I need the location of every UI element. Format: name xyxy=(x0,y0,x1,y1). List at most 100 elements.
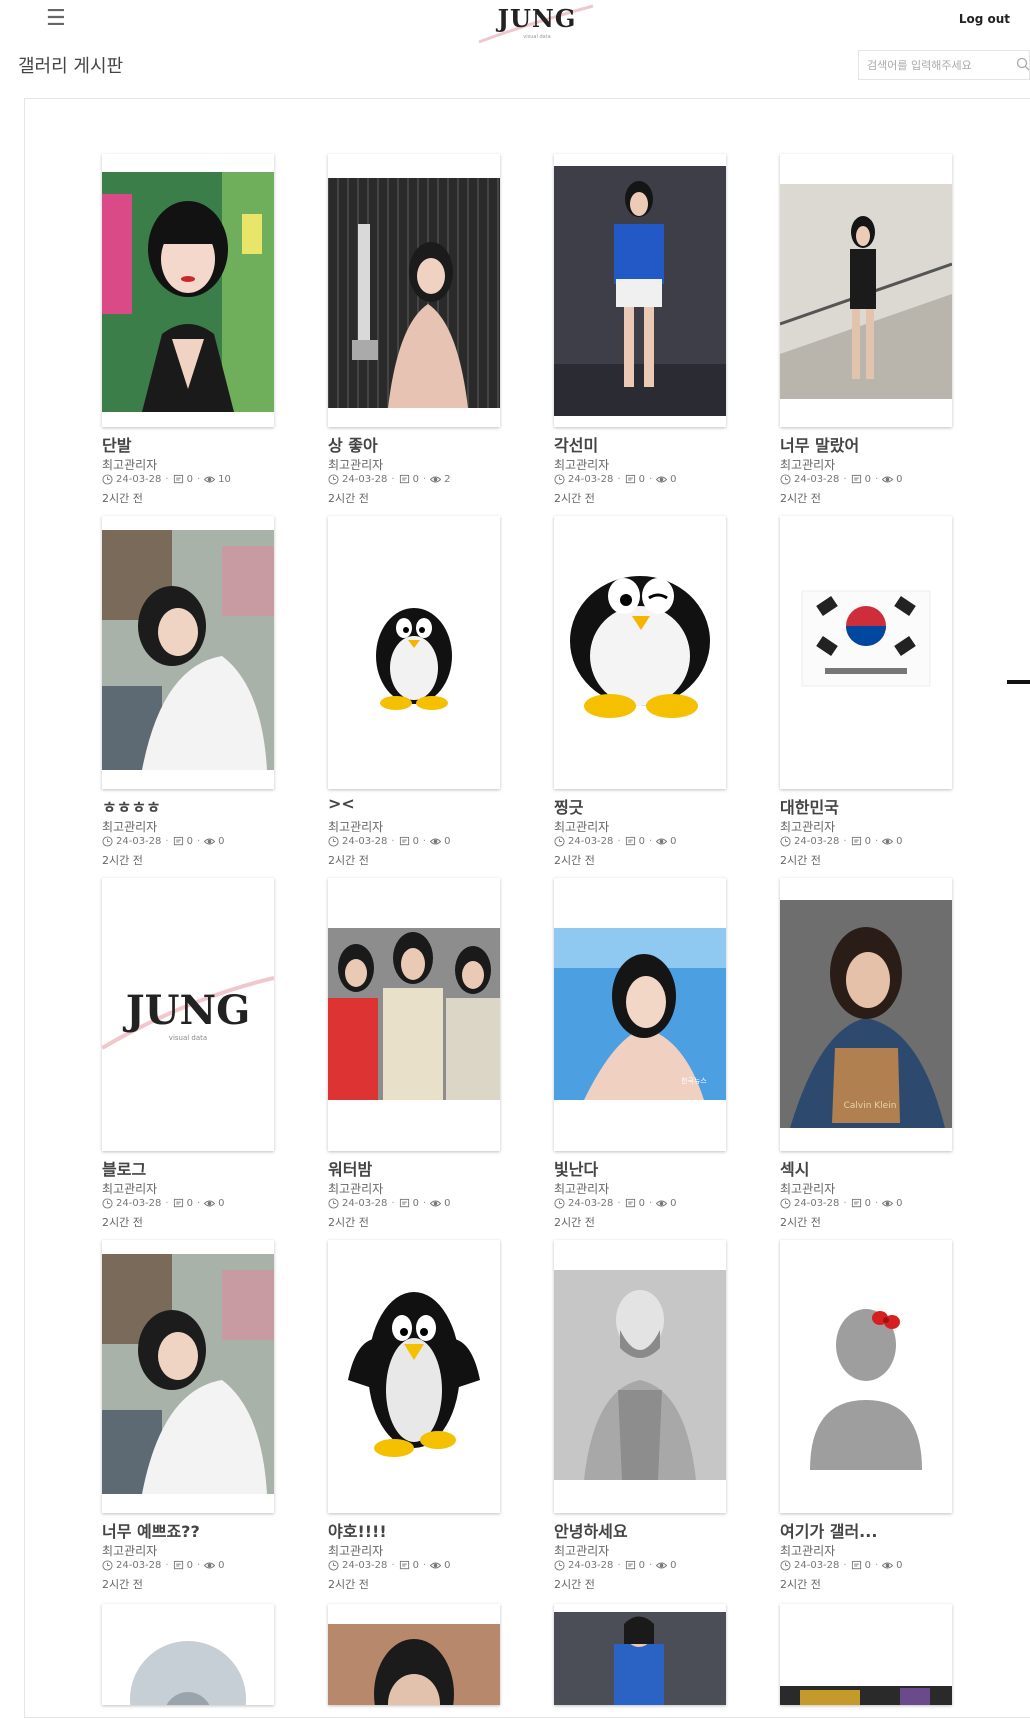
next-row-thumbnail[interactable] xyxy=(102,1604,274,1705)
post-title[interactable]: 대한민국 xyxy=(780,794,839,818)
post-title[interactable]: 섹시 xyxy=(780,1156,809,1180)
post-author: 최고관리자 xyxy=(328,458,384,472)
clock-icon xyxy=(102,1198,113,1209)
comment-icon xyxy=(173,1560,183,1570)
gallery-card[interactable]: 찡긋 최고관리자 24-03-28 · 0 · 0 2시간 전 xyxy=(554,512,726,874)
post-author: 최고관리자 xyxy=(328,820,384,834)
meta-separator: · xyxy=(843,474,847,485)
gallery-card[interactable]: 워터밤 최고관리자 24-03-28 · 0 · 0 2시간 전 xyxy=(328,874,500,1236)
gallery-card[interactable]: ㅎㅎㅎㅎ 최고관리자 24-03-28 · 0 · 0 2시간 전 xyxy=(102,512,274,874)
gallery-card[interactable]: 너무 예쁘죠?? 최고관리자 24-03-28 · 0 · 0 2시간 전 xyxy=(102,1236,274,1598)
post-thumbnail[interactable] xyxy=(554,1240,726,1513)
post-author: 최고관리자 xyxy=(554,458,610,472)
meta-separator: · xyxy=(843,1198,847,1209)
gallery-card[interactable]: 안녕하세요 최고관리자 24-03-28 · 0 · 0 2시간 전 xyxy=(554,1236,726,1598)
post-thumbnail[interactable] xyxy=(554,154,726,427)
post-meta: 24-03-28 · 0 · 0 xyxy=(780,474,903,485)
post-thumbnail[interactable] xyxy=(780,516,952,789)
post-meta: 24-03-28 · 0 · 0 xyxy=(554,836,677,847)
gallery-card[interactable]: 한국뉴스 빛난다 최고관리자 24-03-28 · 0 · 0 2시간 전 xyxy=(554,874,726,1236)
view-count: 0 xyxy=(896,836,903,847)
next-row-thumbnail[interactable] xyxy=(554,1604,726,1705)
hamburger-menu-icon[interactable]: ☰ xyxy=(46,6,66,31)
post-title[interactable]: 찡긋 xyxy=(554,794,583,818)
eye-icon xyxy=(656,476,668,483)
view-count: 0 xyxy=(670,836,677,847)
view-count: 10 xyxy=(218,474,231,485)
post-title[interactable]: 야호!!!! xyxy=(328,1518,387,1542)
eye-icon xyxy=(430,838,442,845)
gallery-card[interactable]: Calvin Klein 섹시 최고관리자 24-03-28 · 0 · 0 2시간 전 xyxy=(780,874,952,1236)
post-title[interactable]: ㅎㅎㅎㅎ xyxy=(102,794,161,818)
post-author: 최고관리자 xyxy=(780,820,836,834)
meta-separator: · xyxy=(422,474,427,485)
gallery-card[interactable]: 야호!!!! 최고관리자 24-03-28 · 0 · 0 2시간 전 xyxy=(328,1236,500,1598)
meta-separator: · xyxy=(422,1560,427,1571)
gallery-card[interactable]: 너무 말랐어 최고관리자 24-03-28 · 0 · 0 2시간 전 xyxy=(780,150,952,512)
post-title[interactable]: 빛난다 xyxy=(554,1156,598,1180)
gallery-card[interactable]: 여기가 갤러... 최고관리자 24-03-28 · 0 · 0 2시간 전 xyxy=(780,1236,952,1598)
post-thumbnail[interactable] xyxy=(102,154,274,427)
search-input[interactable] xyxy=(867,57,1005,73)
site-logo[interactable]: JUNG visual data xyxy=(477,4,597,44)
relative-time: 2시간 전 xyxy=(554,1578,595,1591)
view-count: 0 xyxy=(444,1198,451,1209)
post-title[interactable]: 워터밤 xyxy=(328,1156,372,1180)
meta-separator: · xyxy=(874,1198,879,1209)
post-title[interactable]: 블로그 xyxy=(102,1156,146,1180)
post-title[interactable]: 여기가 갤러... xyxy=(780,1518,877,1542)
post-title[interactable]: 상 좋아 xyxy=(328,432,378,456)
post-title[interactable]: 너무 말랐어 xyxy=(780,432,859,456)
eye-icon xyxy=(882,1562,894,1569)
gallery-card[interactable]: 단발 최고관리자 24-03-28 · 0 · 10 2시간 전 xyxy=(102,150,274,512)
gallery-card[interactable]: 각선미 최고관리자 24-03-28 · 0 · 0 2시간 전 xyxy=(554,150,726,512)
post-thumbnail[interactable] xyxy=(102,1240,274,1513)
view-count: 0 xyxy=(218,1560,225,1571)
post-thumbnail[interactable] xyxy=(780,1240,952,1513)
relative-time: 2시간 전 xyxy=(780,1216,821,1229)
logout-button[interactable]: Log out xyxy=(959,12,1010,26)
post-thumbnail[interactable] xyxy=(102,516,274,789)
post-date: 24-03-28 xyxy=(342,1560,388,1571)
next-row-thumbnail[interactable] xyxy=(780,1604,952,1705)
clock-icon xyxy=(102,1560,113,1571)
gallery-card[interactable]: 대한민국 최고관리자 24-03-28 · 0 · 0 2시간 전 xyxy=(780,512,952,874)
meta-separator: · xyxy=(648,1560,653,1571)
post-thumbnail[interactable] xyxy=(780,154,952,427)
post-date: 24-03-28 xyxy=(568,1560,614,1571)
eye-icon xyxy=(430,476,442,483)
post-thumbnail[interactable] xyxy=(328,878,500,1151)
clock-icon xyxy=(554,836,565,847)
post-thumbnail[interactable]: JUNG visual data xyxy=(102,878,274,1151)
eye-icon xyxy=(882,838,894,845)
post-thumbnail[interactable] xyxy=(328,516,500,789)
search-icon[interactable] xyxy=(1016,57,1030,71)
gallery-card[interactable]: 상 좋아 최고관리자 24-03-28 · 0 · 2 2시간 전 xyxy=(328,150,500,512)
comment-count: 0 xyxy=(186,836,193,847)
comment-count: 0 xyxy=(638,1560,645,1571)
comment-icon xyxy=(399,474,409,484)
post-date: 24-03-28 xyxy=(116,1198,162,1209)
post-date: 24-03-28 xyxy=(794,836,840,847)
view-count: 0 xyxy=(896,474,903,485)
post-thumbnail[interactable] xyxy=(554,516,726,789)
post-title[interactable]: 단발 xyxy=(102,432,131,456)
post-title[interactable]: 각선미 xyxy=(554,432,598,456)
post-thumbnail[interactable] xyxy=(328,1240,500,1513)
next-row-thumbnail[interactable] xyxy=(328,1604,500,1705)
meta-separator: · xyxy=(874,474,879,485)
post-title[interactable]: 안녕하세요 xyxy=(554,1518,628,1542)
post-thumbnail[interactable] xyxy=(328,154,500,427)
post-title[interactable]: 너무 예쁘죠?? xyxy=(102,1518,200,1542)
post-thumbnail[interactable]: 한국뉴스 xyxy=(554,878,726,1151)
svg-text:JUNG: JUNG xyxy=(123,987,251,1034)
meta-separator: · xyxy=(165,1198,169,1209)
clock-icon xyxy=(554,1560,565,1571)
post-meta: 24-03-28 · 0 · 0 xyxy=(328,1560,451,1571)
post-title[interactable]: >< xyxy=(328,794,355,813)
comment-count: 0 xyxy=(412,474,419,485)
post-thumbnail[interactable]: Calvin Klein xyxy=(780,878,952,1151)
relative-time: 2시간 전 xyxy=(554,1216,595,1229)
gallery-card[interactable]: JUNG visual data 블로그 최고관리자 24-03-28 · 0 · 0 2시간 전 xyxy=(102,874,274,1236)
gallery-card[interactable]: >< 최고관리자 24-03-28 · 0 · 0 2시간 전 xyxy=(328,512,500,874)
